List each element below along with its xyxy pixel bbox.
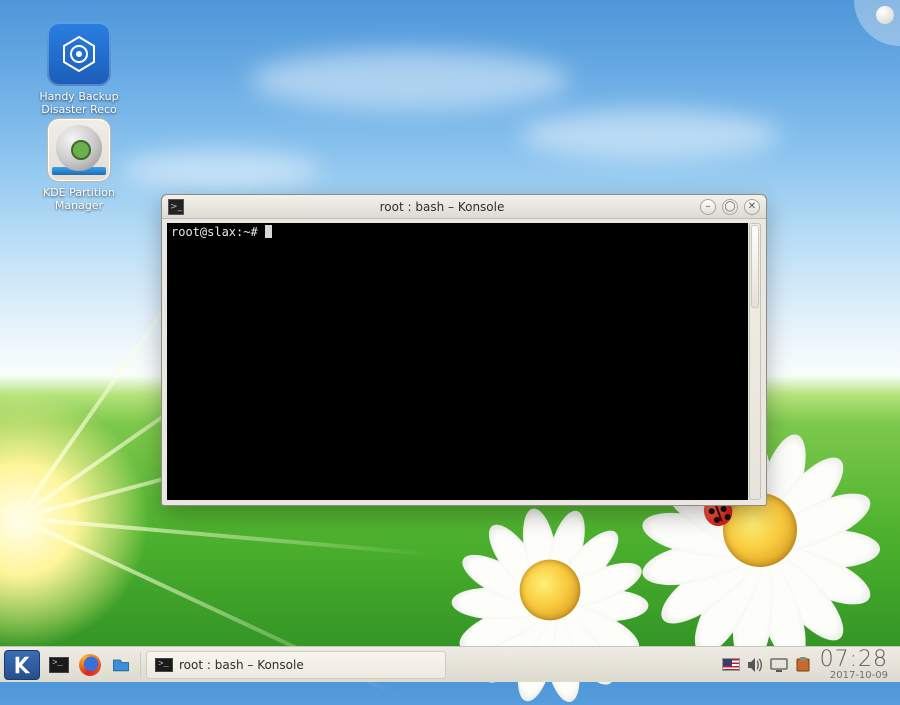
us-flag-icon xyxy=(722,658,740,671)
dolphin-icon xyxy=(111,655,131,675)
clock-date: 2017-10-09 xyxy=(820,671,888,681)
cashew-icon xyxy=(876,6,894,24)
system-tray xyxy=(722,657,812,673)
taskbar-clock[interactable]: 07:28 2017-10-09 xyxy=(820,649,896,681)
firefox-launcher[interactable] xyxy=(76,652,104,678)
terminal-cursor xyxy=(265,225,272,238)
terminal-prompt: root@slax:~# xyxy=(167,223,748,241)
activity-corner[interactable] xyxy=(854,0,900,46)
cloud xyxy=(520,110,780,160)
desktop-icon-handy-backup[interactable]: Handy Backup Disaster Reco xyxy=(28,22,130,116)
konsole-app-icon: >_ xyxy=(168,199,184,215)
close-button[interactable]: ✕ xyxy=(744,199,760,215)
minimize-button[interactable]: – xyxy=(700,199,716,215)
clock-time: 07:28 xyxy=(820,649,888,671)
desktop-icon-label: Handy Backup Disaster Reco xyxy=(28,90,130,116)
window-titlebar[interactable]: >_ root : bash – Konsole – ◯ ✕ xyxy=(162,195,766,219)
cloud xyxy=(120,150,320,190)
kde-partition-manager-icon xyxy=(47,118,111,182)
taskbar-divider xyxy=(140,652,141,678)
taskbar-entry-konsole[interactable]: root : bash – Konsole xyxy=(146,651,446,679)
konsole-icon xyxy=(155,658,173,672)
handy-backup-icon xyxy=(47,22,111,86)
terminal-area[interactable]: root@slax:~# xyxy=(167,223,748,500)
quick-launchers xyxy=(45,652,135,678)
klipper-icon[interactable] xyxy=(794,657,812,673)
firefox-icon xyxy=(79,654,101,676)
konsole-icon xyxy=(49,657,69,673)
konsole-window[interactable]: >_ root : bash – Konsole – ◯ ✕ root@slax… xyxy=(161,194,767,506)
kickoff-menu-button[interactable] xyxy=(4,650,40,680)
cloud xyxy=(250,50,570,110)
konsole-launcher[interactable] xyxy=(45,652,73,678)
window-title: root : bash – Konsole xyxy=(190,200,694,214)
maximize-button[interactable]: ◯ xyxy=(722,199,738,215)
terminal-scrollbar[interactable] xyxy=(749,223,761,500)
taskbar-entry-label: root : bash – Konsole xyxy=(179,658,304,672)
desktop-icon-label: KDE Partition Manager xyxy=(28,186,130,212)
display-icon[interactable] xyxy=(770,657,788,673)
taskbar: root : bash – Konsole 07:28 2017-10-09 xyxy=(0,646,900,682)
keyboard-layout-indicator[interactable] xyxy=(722,657,740,673)
kde-logo-icon xyxy=(11,654,33,676)
volume-icon[interactable] xyxy=(746,657,764,673)
scrollbar-thumb[interactable] xyxy=(751,225,759,308)
desktop-icon-kde-partition-manager[interactable]: KDE Partition Manager xyxy=(28,118,130,212)
dolphin-launcher[interactable] xyxy=(107,652,135,678)
